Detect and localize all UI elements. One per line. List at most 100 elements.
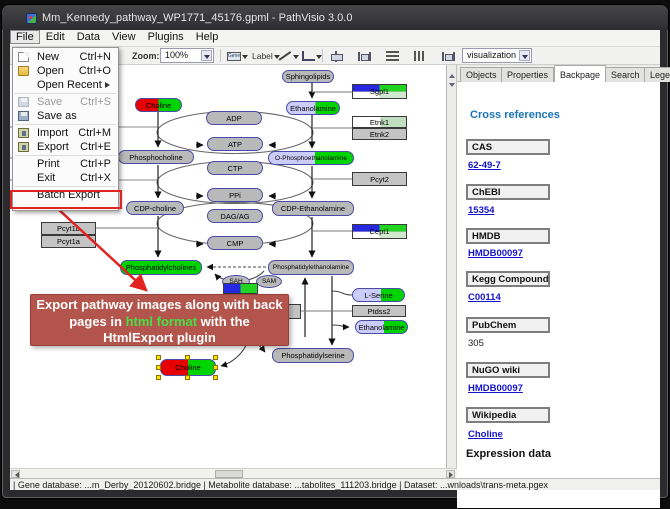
node-phosphatidylcholines[interactable]: Phosphatidylcholines <box>120 260 202 275</box>
scroll-left-icon[interactable] <box>11 470 20 478</box>
tab-backpage[interactable]: Backpage <box>554 65 606 82</box>
open-folder-icon <box>18 66 29 76</box>
stack-vertical-icon <box>386 51 399 61</box>
file-menu-popup: NewCtrl+N OpenCtrl+O Open Recent SaveCtr… <box>12 47 119 211</box>
selection-handle[interactable] <box>156 365 161 370</box>
gene-node-sgpl1[interactable]: Sgpl1 <box>352 84 407 99</box>
menu-item-print[interactable]: PrintCtrl+P <box>13 157 118 171</box>
xref-link[interactable]: C00114 <box>468 292 501 303</box>
selection-handle[interactable] <box>213 355 218 360</box>
section-header-pubchem: PubChem <box>466 317 550 333</box>
gene-node-cept1[interactable]: Cept1 <box>352 224 407 239</box>
selection-handle[interactable] <box>213 375 218 380</box>
node-ctp[interactable]: CTP <box>207 161 263 175</box>
node-cdp-choline[interactable]: CDP-choline <box>126 201 184 215</box>
chevron-down-icon[interactable] <box>519 50 530 61</box>
menu-help[interactable]: Help <box>190 30 225 44</box>
distribute-button[interactable] <box>440 49 457 63</box>
selection-handle[interactable] <box>213 365 218 370</box>
annotation-callout: Export pathway images along with back pa… <box>30 294 289 346</box>
node-sphingolipids[interactable]: Sphingolipids <box>282 70 334 83</box>
node-atp[interactable]: ATP <box>207 137 263 151</box>
xref-link[interactable]: 62-49-7 <box>468 160 501 171</box>
selection-handle[interactable] <box>185 355 190 360</box>
gene-node-etnk2[interactable]: Etnk2 <box>352 128 407 140</box>
align-middle-button[interactable] <box>356 49 373 63</box>
tab-search[interactable]: Search <box>605 67 646 82</box>
menu-item-open-recent[interactable]: Open Recent <box>13 78 118 92</box>
connector-tool-button[interactable] <box>300 49 324 63</box>
scrollbar-thumb[interactable] <box>215 470 243 478</box>
line-tool-button[interactable] <box>276 49 301 63</box>
chevron-down-icon[interactable] <box>201 50 212 61</box>
node-choline-selected[interactable]: Choline <box>160 359 216 376</box>
section-header-kegg: Kegg Compound <box>466 271 550 287</box>
node-ethanolamine-bottom[interactable]: Ethanolamine <box>355 320 408 334</box>
align-center-button[interactable] <box>328 49 344 63</box>
node-o-phosphoethanolamine[interactable]: O-Phosphoethanolamine <box>268 151 354 165</box>
menu-plugins[interactable]: Plugins <box>142 30 190 44</box>
section-header-nugo: NuGO wiki <box>466 362 550 378</box>
menu-item-save-as[interactable]: Save as <box>13 109 118 123</box>
menu-item-import[interactable]: ImportCtrl+M <box>13 126 118 140</box>
xref-link[interactable]: HMDB00097 <box>468 248 523 259</box>
stack-horizontal-button[interactable] <box>412 49 428 63</box>
backpage-panel[interactable]: Cross references CAS 62-49-7 ChEBI 15354… <box>457 82 660 508</box>
status-bar: | Gene database: ...m_Derby_20120602.bri… <box>10 478 660 490</box>
gene-node-pcyt1a[interactable]: Pcyt1a <box>41 235 96 248</box>
menu-item-open[interactable]: OpenCtrl+O <box>13 64 118 78</box>
tab-objects[interactable]: Objects <box>460 67 503 82</box>
datanode-tool-button[interactable]: Gene <box>225 49 250 63</box>
horizontal-scrollbar[interactable] <box>10 468 457 478</box>
node-ppi[interactable]: PPi <box>207 188 263 202</box>
gene-node-small[interactable] <box>223 283 258 294</box>
xref-link[interactable]: 15354 <box>468 205 494 216</box>
section-header-hmdb: HMDB <box>466 228 550 244</box>
menu-item-exit[interactable]: ExitCtrl+X <box>13 171 118 185</box>
node-l-serine[interactable]: L-Serine <box>352 288 405 302</box>
menu-item-new[interactable]: NewCtrl+N <box>13 50 118 64</box>
stack-vertical-button[interactable] <box>384 49 401 63</box>
visualization-combobox[interactable]: visualization <box>462 48 532 63</box>
selection-handle[interactable] <box>156 355 161 360</box>
menu-item-save[interactable]: SaveCtrl+S <box>13 95 118 109</box>
node-phosphatidylethanolamine[interactable]: Phosphatidylethanolamine <box>268 260 354 275</box>
chevron-down-icon[interactable] <box>242 55 248 62</box>
menu-edit[interactable]: Edit <box>40 30 71 44</box>
selection-handle[interactable] <box>156 375 161 380</box>
callout-line3: HtmlExport plugin <box>31 330 288 347</box>
gene-node-ptdss2[interactable]: Ptdss2 <box>352 305 406 317</box>
node-cdp-ethanolamine[interactable]: CDP-Ethanolamine <box>272 201 354 216</box>
stack-horizontal-icon <box>414 51 426 61</box>
chevron-down-icon[interactable] <box>293 55 299 62</box>
menu-separator <box>15 124 116 125</box>
node-ethanolamine-top[interactable]: Ethanolamine <box>286 101 340 115</box>
scroll-right-icon[interactable] <box>446 470 455 478</box>
node-sam[interactable]: SAM <box>256 275 282 288</box>
menu-file[interactable]: File <box>10 30 40 44</box>
node-phosphocholine[interactable]: Phosphocholine <box>118 150 194 164</box>
save-as-icon <box>18 111 29 121</box>
node-cmp[interactable]: CMP <box>207 236 263 250</box>
xref-value: 305 <box>468 338 484 349</box>
panel-splitter[interactable] <box>447 65 457 468</box>
gene-node-etnk1[interactable]: Etnk1 <box>352 116 407 128</box>
tab-properties[interactable]: Properties <box>501 67 554 82</box>
selection-handle[interactable] <box>185 375 190 380</box>
node-dag-ag[interactable]: DAG/AG <box>207 209 263 223</box>
gene-node-pcyt1b[interactable]: Pcyt1b <box>41 222 96 235</box>
menu-data[interactable]: Data <box>71 30 106 44</box>
xref-link[interactable]: Choline <box>468 429 503 440</box>
menu-item-export[interactable]: ExportCtrl+E <box>13 140 118 154</box>
node-adp[interactable]: ADP <box>206 111 262 125</box>
menu-view[interactable]: View <box>106 30 142 44</box>
node-choline-top[interactable]: Choline <box>135 98 182 112</box>
node-phosphatidylserine[interactable]: Phosphatidylserine <box>272 348 354 363</box>
menu-bar: FileEditDataViewPluginsHelp <box>10 30 660 47</box>
xref-link[interactable]: HMDB00097 <box>468 383 523 394</box>
title-bar[interactable]: Mm_Kennedy_pathway_WP1771_45176.gpml - P… <box>2 5 668 30</box>
zoom-combobox[interactable]: 100% <box>160 48 214 63</box>
gene-node-pcyt2[interactable]: Pcyt2 <box>352 172 407 186</box>
tab-legend[interactable]: Legend <box>644 67 670 82</box>
batch-export-highlight-box <box>10 190 122 209</box>
